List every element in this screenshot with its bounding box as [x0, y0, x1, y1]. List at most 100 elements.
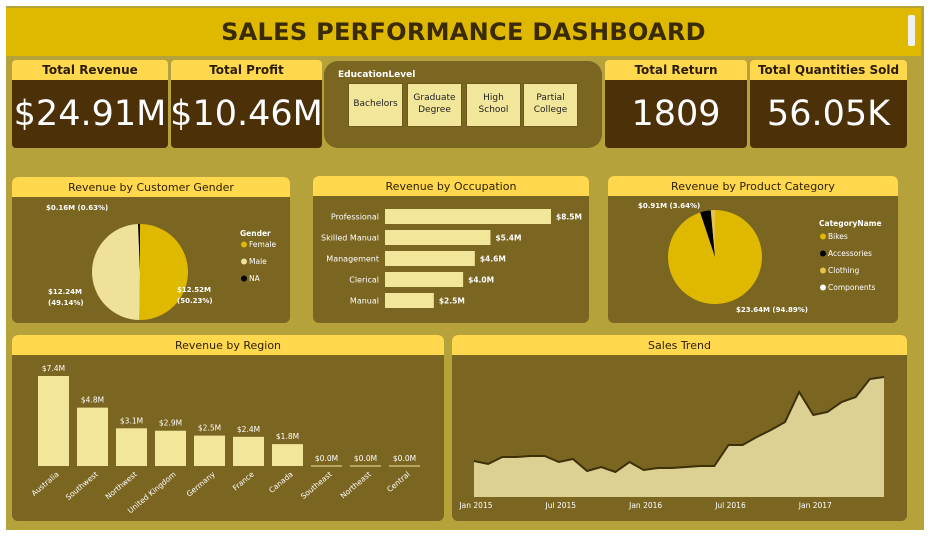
sales-trend-tick-jul-2016: Jul 2016 — [714, 501, 746, 510]
region-value-canada: $1.8M — [276, 432, 299, 441]
gender-legend-dot-na — [241, 275, 247, 282]
slicer-option-high-school[interactable]: High School — [466, 83, 521, 127]
gender-legend-dot-female — [241, 241, 247, 248]
region-panel: Revenue by Region $7.4M Australia $4.8M Sou… — [12, 335, 444, 521]
region-bar-chart: $7.4M Australia $4.8M Southwest $3.1M Northwe… — [30, 364, 420, 515]
sales-trend-tick-jan-2015: Jan 2015 — [458, 501, 492, 510]
kpi-profit-value: $10.46M — [170, 80, 323, 148]
category-label-accessories: $0.91M (3.64%) — [638, 202, 700, 210]
kpi-return-value: 1809 — [605, 80, 747, 148]
occupation-panel: Revenue by Occupation Professional $8.5M S… — [313, 176, 589, 323]
region-label-canada: Canada — [267, 470, 295, 495]
category-legend-components: Components — [828, 283, 876, 292]
category-label-bikes: $23.64M (94.89%) — [736, 306, 808, 314]
occupation-label-professional: Professional — [331, 213, 379, 222]
region-value-northeast: $0.0M — [354, 454, 377, 463]
gender-label-na: $0.16M (0.63%) — [46, 204, 108, 212]
kpi-quantity-value: 56.05K — [750, 80, 907, 148]
gender-label-female-value: $12.52M — [177, 286, 211, 294]
category-legend-bikes: Bikes — [828, 232, 848, 241]
category-pie-chart: $0.91M (3.64%) $23.64M (94.89%) CategoryNa… — [638, 202, 882, 314]
occupation-bar-manual — [385, 293, 434, 308]
category-panel: Revenue by Product Category $0.91M (3.64… — [608, 176, 898, 323]
occupation-value-management: $4.6M — [480, 255, 506, 264]
category-legend-clothing: Clothing — [828, 266, 859, 275]
kpi-profit-label: Total Profit — [171, 60, 322, 80]
title-bar: SALES PERFORMANCE DASHBOARD — [6, 8, 921, 56]
gender-panel: Revenue by Customer Gender $12.52M (50.23… — [12, 177, 290, 323]
category-legend-dot-accessories — [820, 250, 826, 257]
kpi-quantity-label: Total Quantities Sold — [750, 60, 907, 80]
region-value-united-kingdom: $2.9M — [159, 419, 182, 428]
region-bar-southwest — [77, 407, 108, 466]
region-value-central: $0.0M — [393, 454, 416, 463]
occupation-bar-management — [385, 251, 475, 266]
category-legend-accessories: Accessories — [828, 249, 872, 258]
region-bar-canada — [272, 444, 303, 466]
sales-trend-area-chart: Jan 2015 Jul 2015 Jan 2016 Jul 2016 Jan 2017 — [458, 376, 885, 510]
region-value-southeast: $0.0M — [315, 454, 338, 463]
slicer-title: EducationLevel — [338, 70, 416, 80]
occupation-bar-chart: Professional $8.5M Skilled Manual $5.4M Mana… — [321, 209, 582, 308]
kpi-revenue-label: Total Revenue — [12, 60, 168, 80]
region-value-southwest: $4.8M — [81, 396, 104, 405]
gender-legend-male: Male — [249, 257, 267, 266]
occupation-value-clerical: $4.0M — [468, 276, 494, 285]
sales-trend-tick-jan-2016: Jan 2016 — [628, 501, 662, 510]
occupation-value-professional: $8.5M — [556, 213, 582, 222]
gender-label-male-percent: (49.14%) — [48, 299, 84, 307]
sales-trend-area — [474, 377, 884, 497]
region-label-france: France — [231, 469, 256, 492]
region-value-northwest: $3.1M — [120, 416, 143, 425]
region-value-australia: $7.4M — [42, 364, 65, 373]
occupation-label-clerical: Clerical — [349, 276, 379, 285]
dashboard-canvas: SALES PERFORMANCE DASHBOARD Total Revenu… — [0, 0, 939, 536]
sales-trend-tick-jan-2017: Jan 2017 — [798, 501, 832, 510]
slicer-option-graduate-degree[interactable]: Graduate Degree — [407, 83, 462, 127]
kpi-revenue-value: $24.91M — [12, 80, 168, 148]
region-label-southwest: Southwest — [64, 470, 100, 502]
category-legend-dot-bikes — [820, 233, 826, 240]
gender-slice-female — [139, 224, 188, 320]
region-label-northeast: Northeast — [339, 470, 373, 501]
gender-pie-chart: $12.52M (50.23%) $12.24M (49.14%) $0.16M (0.… — [46, 204, 277, 320]
occupation-label-management: Management — [326, 255, 379, 264]
kpi-return-label: Total Return — [605, 60, 747, 80]
gender-label-male-value: $12.24M — [48, 288, 82, 296]
category-legend-dot-components — [820, 284, 826, 291]
region-value-france: $2.4M — [237, 425, 260, 434]
gender-legend-female: Female — [249, 240, 277, 249]
occupation-label-skilled-manual: Skilled Manual — [321, 234, 379, 243]
gender-slice-male — [92, 224, 140, 320]
education-level-slicer: EducationLevel Bachelors Graduate Degree … — [324, 61, 602, 148]
occupation-label-manual: Manual — [350, 297, 379, 306]
slicer-option-partial-college[interactable]: Partial College — [523, 83, 578, 127]
occupation-value-skilled-manual: $5.4M — [495, 234, 521, 243]
occupation-value-manual: $2.5M — [439, 297, 465, 306]
sales-trend-panel: Sales Trend Jan 2015 Jul 2015 Jan 2016 Jul … — [452, 335, 907, 521]
region-label-northwest: Northwest — [103, 470, 138, 502]
region-label-australia: Australia — [30, 470, 61, 498]
occupation-bar-clerical — [385, 272, 464, 287]
occupation-bar-skilled-manual — [385, 230, 491, 245]
gender-label-female-percent: (50.23%) — [177, 297, 213, 305]
gender-legend-na: NA — [249, 274, 261, 283]
region-bar-northwest — [116, 428, 147, 466]
region-bar-germany — [194, 435, 225, 466]
gender-legend-title: Gender — [240, 229, 271, 238]
category-legend-title: CategoryName — [819, 219, 882, 228]
region-bar-united-kingdom — [155, 430, 186, 466]
occupation-bar-professional — [385, 209, 551, 224]
category-legend-dot-clothing — [820, 267, 826, 274]
slicer-option-bachelors[interactable]: Bachelors — [348, 83, 403, 127]
scrollbar[interactable] — [908, 15, 915, 46]
region-value-germany: $2.5M — [198, 424, 221, 433]
region-label-central: Central — [385, 470, 412, 494]
dashboard-title: SALES PERFORMANCE DASHBOARD — [221, 18, 706, 46]
region-label-southeast: Southeast — [299, 470, 334, 501]
region-label-germany: Germany — [185, 469, 218, 498]
region-bar-australia — [38, 376, 69, 466]
sales-trend-tick-jul-2015: Jul 2015 — [545, 501, 577, 510]
region-bar-france — [233, 436, 264, 466]
gender-legend-dot-male — [241, 258, 247, 265]
